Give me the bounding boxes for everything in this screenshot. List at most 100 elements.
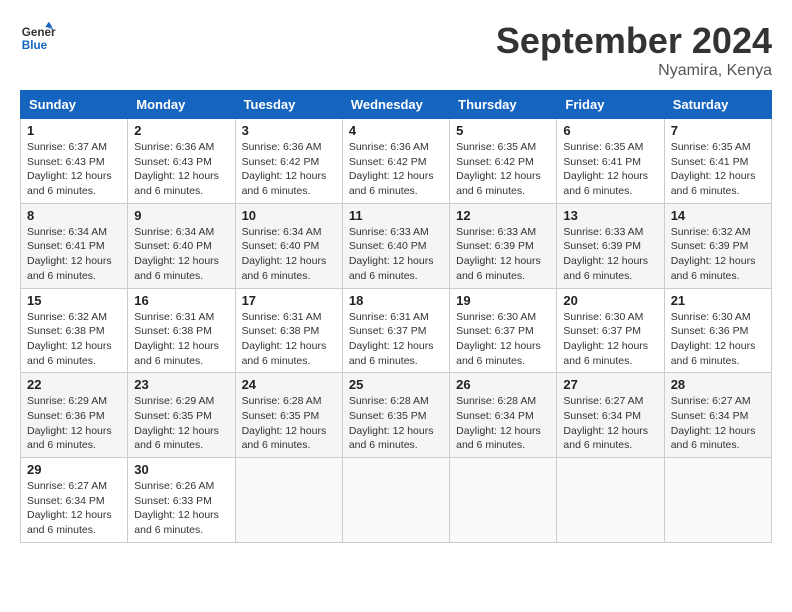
table-row: 9 Sunrise: 6:34 AMSunset: 6:40 PMDayligh… (128, 203, 235, 288)
table-row: 25 Sunrise: 6:28 AMSunset: 6:35 PMDaylig… (342, 373, 449, 458)
table-row (557, 458, 664, 543)
table-row: 6 Sunrise: 6:35 AMSunset: 6:41 PMDayligh… (557, 119, 664, 204)
day-info: Sunrise: 6:34 AMSunset: 6:41 PMDaylight:… (27, 225, 121, 284)
day-info: Sunrise: 6:28 AMSunset: 6:34 PMDaylight:… (456, 394, 550, 453)
table-row: 10 Sunrise: 6:34 AMSunset: 6:40 PMDaylig… (235, 203, 342, 288)
table-row: 12 Sunrise: 6:33 AMSunset: 6:39 PMDaylig… (450, 203, 557, 288)
day-number: 23 (134, 377, 228, 392)
day-info: Sunrise: 6:36 AMSunset: 6:42 PMDaylight:… (349, 140, 443, 199)
day-number: 11 (349, 208, 443, 223)
day-info: Sunrise: 6:33 AMSunset: 6:39 PMDaylight:… (563, 225, 657, 284)
table-row: 29 Sunrise: 6:27 AMSunset: 6:34 PMDaylig… (21, 458, 128, 543)
table-row: 26 Sunrise: 6:28 AMSunset: 6:34 PMDaylig… (450, 373, 557, 458)
col-monday: Monday (128, 91, 235, 119)
day-info: Sunrise: 6:36 AMSunset: 6:43 PMDaylight:… (134, 140, 228, 199)
day-info: Sunrise: 6:27 AMSunset: 6:34 PMDaylight:… (671, 394, 765, 453)
col-tuesday: Tuesday (235, 91, 342, 119)
day-info: Sunrise: 6:30 AMSunset: 6:36 PMDaylight:… (671, 310, 765, 369)
day-number: 17 (242, 293, 336, 308)
day-number: 26 (456, 377, 550, 392)
calendar-week-row: 15 Sunrise: 6:32 AMSunset: 6:38 PMDaylig… (21, 288, 772, 373)
col-thursday: Thursday (450, 91, 557, 119)
title-area: September 2024 Nyamira, Kenya (496, 20, 772, 80)
day-number: 19 (456, 293, 550, 308)
table-row: 8 Sunrise: 6:34 AMSunset: 6:41 PMDayligh… (21, 203, 128, 288)
day-info: Sunrise: 6:34 AMSunset: 6:40 PMDaylight:… (242, 225, 336, 284)
svg-text:Blue: Blue (22, 39, 48, 52)
table-row: 13 Sunrise: 6:33 AMSunset: 6:39 PMDaylig… (557, 203, 664, 288)
day-number: 3 (242, 123, 336, 138)
day-number: 10 (242, 208, 336, 223)
day-info: Sunrise: 6:35 AMSunset: 6:41 PMDaylight:… (563, 140, 657, 199)
day-info: Sunrise: 6:33 AMSunset: 6:39 PMDaylight:… (456, 225, 550, 284)
day-info: Sunrise: 6:31 AMSunset: 6:37 PMDaylight:… (349, 310, 443, 369)
table-row: 22 Sunrise: 6:29 AMSunset: 6:36 PMDaylig… (21, 373, 128, 458)
table-row: 24 Sunrise: 6:28 AMSunset: 6:35 PMDaylig… (235, 373, 342, 458)
day-number: 24 (242, 377, 336, 392)
table-row: 11 Sunrise: 6:33 AMSunset: 6:40 PMDaylig… (342, 203, 449, 288)
calendar-week-row: 1 Sunrise: 6:37 AMSunset: 6:43 PMDayligh… (21, 119, 772, 204)
calendar-week-row: 8 Sunrise: 6:34 AMSunset: 6:41 PMDayligh… (21, 203, 772, 288)
calendar-header-row: Sunday Monday Tuesday Wednesday Thursday… (21, 91, 772, 119)
day-info: Sunrise: 6:31 AMSunset: 6:38 PMDaylight:… (134, 310, 228, 369)
day-info: Sunrise: 6:31 AMSunset: 6:38 PMDaylight:… (242, 310, 336, 369)
logo-icon: General Blue (20, 20, 56, 56)
col-friday: Friday (557, 91, 664, 119)
logo: General Blue (20, 20, 56, 56)
day-number: 8 (27, 208, 121, 223)
calendar-table: Sunday Monday Tuesday Wednesday Thursday… (20, 90, 772, 543)
day-number: 4 (349, 123, 443, 138)
table-row: 23 Sunrise: 6:29 AMSunset: 6:35 PMDaylig… (128, 373, 235, 458)
table-row: 2 Sunrise: 6:36 AMSunset: 6:43 PMDayligh… (128, 119, 235, 204)
page-header: General Blue September 2024 Nyamira, Ken… (20, 20, 772, 80)
day-number: 2 (134, 123, 228, 138)
table-row: 28 Sunrise: 6:27 AMSunset: 6:34 PMDaylig… (664, 373, 771, 458)
day-number: 13 (563, 208, 657, 223)
day-number: 18 (349, 293, 443, 308)
table-row: 18 Sunrise: 6:31 AMSunset: 6:37 PMDaylig… (342, 288, 449, 373)
day-info: Sunrise: 6:27 AMSunset: 6:34 PMDaylight:… (27, 479, 121, 538)
calendar-body: 1 Sunrise: 6:37 AMSunset: 6:43 PMDayligh… (21, 119, 772, 543)
day-info: Sunrise: 6:29 AMSunset: 6:36 PMDaylight:… (27, 394, 121, 453)
table-row: 17 Sunrise: 6:31 AMSunset: 6:38 PMDaylig… (235, 288, 342, 373)
calendar-week-row: 29 Sunrise: 6:27 AMSunset: 6:34 PMDaylig… (21, 458, 772, 543)
day-number: 25 (349, 377, 443, 392)
calendar-week-row: 22 Sunrise: 6:29 AMSunset: 6:36 PMDaylig… (21, 373, 772, 458)
col-sunday: Sunday (21, 91, 128, 119)
day-number: 9 (134, 208, 228, 223)
day-number: 28 (671, 377, 765, 392)
table-row: 15 Sunrise: 6:32 AMSunset: 6:38 PMDaylig… (21, 288, 128, 373)
day-info: Sunrise: 6:35 AMSunset: 6:42 PMDaylight:… (456, 140, 550, 199)
day-info: Sunrise: 6:28 AMSunset: 6:35 PMDaylight:… (242, 394, 336, 453)
table-row: 16 Sunrise: 6:31 AMSunset: 6:38 PMDaylig… (128, 288, 235, 373)
day-info: Sunrise: 6:30 AMSunset: 6:37 PMDaylight:… (563, 310, 657, 369)
day-info: Sunrise: 6:34 AMSunset: 6:40 PMDaylight:… (134, 225, 228, 284)
day-number: 16 (134, 293, 228, 308)
day-number: 12 (456, 208, 550, 223)
table-row (235, 458, 342, 543)
table-row: 7 Sunrise: 6:35 AMSunset: 6:41 PMDayligh… (664, 119, 771, 204)
table-row: 3 Sunrise: 6:36 AMSunset: 6:42 PMDayligh… (235, 119, 342, 204)
day-number: 27 (563, 377, 657, 392)
day-info: Sunrise: 6:27 AMSunset: 6:34 PMDaylight:… (563, 394, 657, 453)
day-number: 20 (563, 293, 657, 308)
col-wednesday: Wednesday (342, 91, 449, 119)
day-number: 21 (671, 293, 765, 308)
day-info: Sunrise: 6:32 AMSunset: 6:38 PMDaylight:… (27, 310, 121, 369)
month-title: September 2024 (496, 20, 772, 62)
table-row: 21 Sunrise: 6:30 AMSunset: 6:36 PMDaylig… (664, 288, 771, 373)
day-info: Sunrise: 6:30 AMSunset: 6:37 PMDaylight:… (456, 310, 550, 369)
location: Nyamira, Kenya (496, 62, 772, 80)
day-number: 29 (27, 462, 121, 477)
table-row: 30 Sunrise: 6:26 AMSunset: 6:33 PMDaylig… (128, 458, 235, 543)
day-number: 1 (27, 123, 121, 138)
day-info: Sunrise: 6:35 AMSunset: 6:41 PMDaylight:… (671, 140, 765, 199)
day-info: Sunrise: 6:33 AMSunset: 6:40 PMDaylight:… (349, 225, 443, 284)
day-info: Sunrise: 6:28 AMSunset: 6:35 PMDaylight:… (349, 394, 443, 453)
day-number: 15 (27, 293, 121, 308)
table-row (664, 458, 771, 543)
day-number: 5 (456, 123, 550, 138)
table-row (450, 458, 557, 543)
day-info: Sunrise: 6:29 AMSunset: 6:35 PMDaylight:… (134, 394, 228, 453)
table-row: 20 Sunrise: 6:30 AMSunset: 6:37 PMDaylig… (557, 288, 664, 373)
